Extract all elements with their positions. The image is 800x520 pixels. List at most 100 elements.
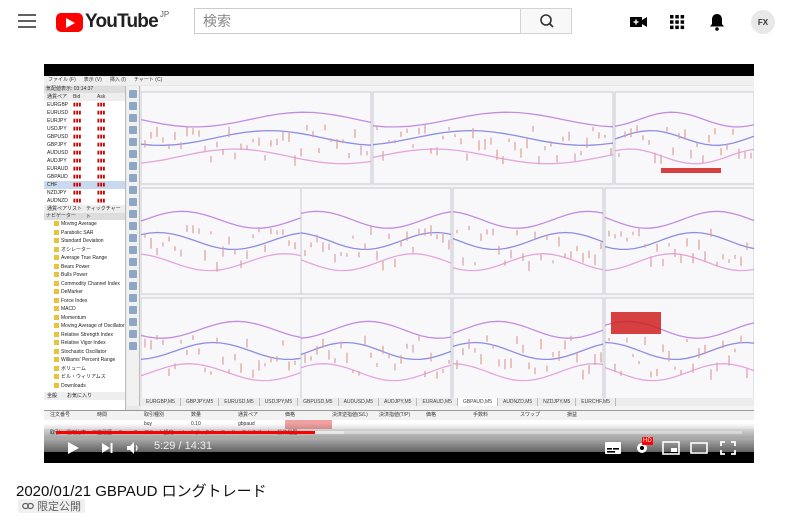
candle [600, 242, 602, 250]
chart-tab: EURUSD,M5 [219, 398, 260, 406]
quote-symbol: EURJPY [47, 118, 67, 124]
candle [210, 371, 212, 375]
candle [502, 156, 504, 165]
candle [540, 338, 542, 350]
volume-icon[interactable] [126, 441, 142, 455]
candle [394, 258, 396, 268]
youtube-logo[interactable]: YouTube JP [56, 10, 169, 32]
avatar-text: FX [757, 17, 769, 27]
candle [310, 356, 312, 361]
candle [644, 336, 646, 346]
candle [348, 153, 350, 159]
notifications-button[interactable] [705, 10, 729, 34]
subtitles-icon[interactable] [604, 441, 622, 455]
indicator-icon [54, 323, 59, 329]
candle [546, 234, 548, 240]
candle [418, 336, 420, 341]
candle [630, 128, 632, 138]
indicator-icon [54, 306, 59, 312]
search-input[interactable] [194, 8, 520, 34]
candle [552, 352, 554, 357]
candle [246, 145, 248, 150]
candle [516, 336, 518, 345]
candle [318, 147, 320, 154]
candle [156, 335, 158, 340]
next-icon[interactable] [100, 441, 114, 455]
quote-row: AUDNZD ▮▮▮ ▮▮▮ [44, 197, 125, 205]
current-time: 5:29 [154, 440, 176, 452]
trade-level-marker [661, 168, 721, 173]
candle [668, 350, 670, 362]
chart-tab: GBPAUD,M5 [457, 398, 498, 406]
candle [614, 234, 616, 239]
candle [180, 142, 182, 150]
candle [576, 245, 578, 252]
candle [620, 231, 622, 237]
candle [198, 228, 200, 234]
indicator-icon [54, 331, 59, 337]
candle [246, 338, 248, 348]
quote-symbol: NZDJPY [47, 190, 67, 196]
navigator-item: Standard Deviation [54, 237, 125, 246]
bell-icon [710, 14, 724, 31]
candle [394, 139, 396, 144]
video-player[interactable]: ファイル (F) 表示 (V) 挿入 (I) チャート (C) 気配値表示: 03:1… [44, 64, 754, 463]
candle [144, 234, 146, 238]
candle [216, 337, 218, 344]
candle [486, 229, 488, 235]
candle [570, 251, 572, 259]
candle [582, 369, 584, 380]
progress-bar[interactable] [56, 431, 742, 434]
candle [636, 125, 638, 133]
candle [210, 155, 212, 163]
apps-button[interactable] [665, 10, 689, 34]
quote-symbol: EURAUD [47, 166, 69, 172]
candle [334, 254, 336, 263]
chart-window [141, 297, 302, 405]
candle [704, 344, 706, 355]
candle [722, 254, 724, 260]
fullscreen-icon[interactable] [720, 441, 736, 455]
link-icon [22, 502, 34, 510]
avatar[interactable]: FX [751, 10, 775, 34]
candle [336, 138, 338, 149]
create-video-button[interactable] [626, 10, 650, 34]
candle [558, 350, 560, 361]
candle [462, 257, 464, 266]
quote-row: GBPUSD ▮▮▮ ▮▮▮ [44, 133, 125, 141]
menu-icon[interactable] [18, 14, 36, 28]
navigator-item-label: Average True Range [61, 255, 108, 261]
candle [564, 340, 566, 350]
candle [662, 258, 664, 267]
terminal-header-cell: 損益 [567, 412, 578, 418]
search-button[interactable] [520, 8, 572, 34]
candle [744, 152, 746, 159]
theater-icon[interactable] [690, 441, 708, 455]
candle [370, 352, 372, 358]
candle [186, 125, 188, 137]
candle [334, 358, 336, 364]
candle [528, 261, 530, 272]
candle [678, 133, 680, 139]
candle [370, 225, 372, 236]
candle [270, 356, 272, 363]
candle [514, 142, 516, 151]
candle [504, 260, 506, 266]
candle [650, 256, 652, 267]
candle [436, 234, 438, 240]
play-icon[interactable] [66, 441, 80, 455]
navigator-item-label: オシレーター [61, 246, 92, 253]
candle [174, 131, 176, 141]
navigator-item-label: Parabolic SAR [61, 229, 94, 236]
terminal-header-cell: 決済指値(T/P) [379, 412, 411, 418]
quote-symbol: AUDJPY [47, 158, 67, 164]
candle [412, 144, 414, 148]
candle [526, 138, 528, 149]
candle [714, 128, 716, 135]
candle [480, 233, 482, 242]
quote-header-bid: Bid [73, 94, 81, 100]
miniplayer-icon[interactable] [662, 441, 680, 455]
candle [480, 354, 482, 365]
privacy-badge: 限定公開 [18, 499, 85, 513]
navigator-title: ナビゲーター [44, 213, 125, 220]
